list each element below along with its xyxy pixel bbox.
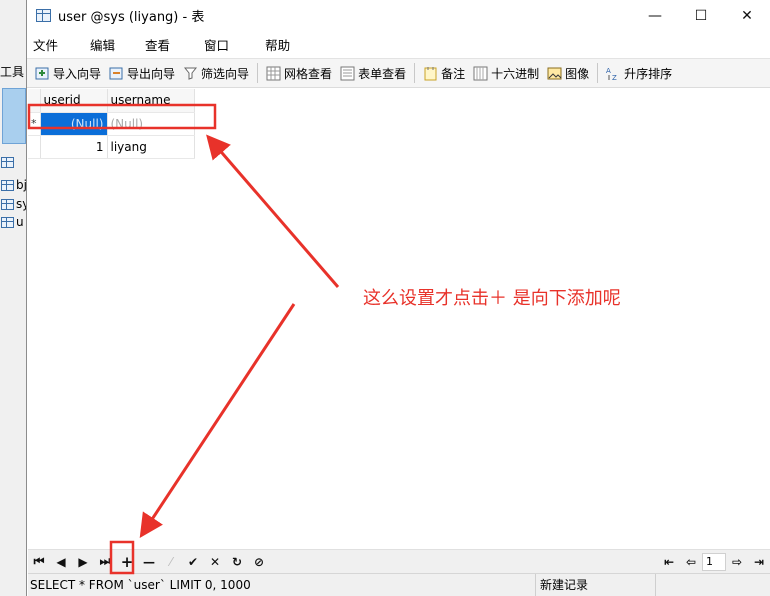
table-row[interactable]: * (Null) (Null) xyxy=(28,112,195,136)
filter-icon xyxy=(183,66,198,81)
image-icon xyxy=(547,66,562,81)
table-icon xyxy=(1,179,14,191)
data-grid: userid username * (Null) (Null) 1 liyang xyxy=(28,89,195,159)
toolbar-separator xyxy=(257,63,259,83)
table-icon xyxy=(1,157,14,168)
next-record-button[interactable]: ▶ xyxy=(72,552,94,572)
new-row-marker: * xyxy=(28,112,41,136)
table-row[interactable]: 1 liyang xyxy=(28,135,195,159)
grid-cell-username[interactable]: (Null) xyxy=(107,112,195,136)
import-wizard-button[interactable]: 导入向导 xyxy=(31,61,105,85)
sort-ascending-button[interactable]: AZ 升序排序 xyxy=(602,61,676,85)
status-sql-text: SELECT * FROM `user` LIMIT 0, 1000 xyxy=(28,574,536,596)
record-navigation-bar: ⏮ ◀ ▶ ⏭ + — ⁄ ✔ ✕ ↻ ⊘ ⇤ ⇦ 1 ⇨ ⇥ xyxy=(28,549,770,573)
annotation-text: 这么设置才点击＋ 是向下添加呢 xyxy=(363,288,621,309)
column-header-username[interactable]: username xyxy=(107,89,195,113)
window-controls: — ☐ ✕ xyxy=(632,0,770,31)
export-icon xyxy=(109,66,124,81)
memo-button[interactable]: 备注 xyxy=(419,61,469,85)
close-button[interactable]: ✕ xyxy=(724,0,770,31)
toolbar-separator xyxy=(597,63,599,83)
grid-view-label: 网格查看 xyxy=(284,66,333,81)
last-record-button[interactable]: ⏭ xyxy=(94,552,116,572)
sort-ascending-icon: AZ xyxy=(606,66,621,81)
stop-button[interactable]: ⊘ xyxy=(248,552,270,572)
form-view-label: 表单查看 xyxy=(358,66,407,81)
toolbar: 导入向导 导出向导 筛选向导 网格查看 表单查看 备注 十六进制 图像 A Z … xyxy=(27,58,770,88)
background-selected-item[interactable] xyxy=(2,88,26,144)
grid-cell-username[interactable]: liyang xyxy=(107,135,195,159)
table-icon xyxy=(1,216,14,228)
grid-view-button[interactable]: 网格查看 xyxy=(262,61,336,85)
table-icon xyxy=(36,9,51,22)
sort-ascending-label: 升序排序 xyxy=(624,66,673,81)
first-record-button[interactable]: ⏮ xyxy=(28,552,50,572)
background-toolbar-label: 工具 xyxy=(0,65,25,79)
memo-label: 备注 xyxy=(441,66,466,81)
edit-record-button[interactable]: ⁄ xyxy=(160,552,182,572)
minimize-button[interactable]: — xyxy=(632,0,678,31)
delete-record-button[interactable]: — xyxy=(138,552,160,572)
grid-cell-userid[interactable]: 1 xyxy=(40,135,108,159)
page-navigation: ⇤ ⇦ 1 ⇨ ⇥ xyxy=(658,551,770,573)
toolbar-separator xyxy=(414,63,416,83)
background-list-item-label: u xyxy=(16,215,24,229)
page-number-input[interactable]: 1 xyxy=(702,552,726,571)
background-list-item[interactable]: u xyxy=(1,215,24,229)
menu-edit[interactable]: 编辑 xyxy=(90,35,127,54)
svg-text:A: A xyxy=(606,67,611,75)
previous-record-button[interactable]: ◀ xyxy=(50,552,72,572)
menu-file[interactable]: 文件 xyxy=(33,35,70,54)
previous-page-button[interactable]: ⇦ xyxy=(680,552,702,572)
hex-button[interactable]: 十六进制 xyxy=(469,61,543,85)
hex-label: 十六进制 xyxy=(491,66,540,81)
background-list-item[interactable]: bj xyxy=(1,178,27,192)
first-page-button[interactable]: ⇤ xyxy=(658,552,680,572)
image-label: 图像 xyxy=(565,66,590,81)
memo-icon xyxy=(423,66,438,81)
export-wizard-label: 导出向导 xyxy=(127,66,176,81)
form-view-button[interactable]: 表单查看 xyxy=(336,61,410,85)
menu-help[interactable]: 帮助 xyxy=(265,35,302,54)
apply-changes-button[interactable]: ✔ xyxy=(182,552,204,572)
import-icon xyxy=(35,66,50,81)
import-wizard-label: 导入向导 xyxy=(53,66,102,81)
grid-cell-userid[interactable]: (Null) xyxy=(40,112,108,136)
menu-view[interactable]: 查看 xyxy=(145,35,182,54)
image-button[interactable]: 图像 xyxy=(543,61,593,85)
form-icon xyxy=(340,66,355,81)
next-page-button[interactable]: ⇨ xyxy=(726,552,748,572)
status-mode-text: 新建记录 xyxy=(536,574,656,596)
hex-icon xyxy=(473,66,488,81)
background-app: 工具 bj sy u xyxy=(0,0,29,596)
row-header-corner xyxy=(28,89,41,113)
discard-changes-button[interactable]: ✕ xyxy=(204,552,226,572)
svg-text:Z: Z xyxy=(612,74,617,81)
window-title: user @sys (liyang) - 表 xyxy=(58,10,205,25)
background-item-icon[interactable] xyxy=(1,157,14,168)
filter-wizard-button[interactable]: 筛选向导 xyxy=(179,61,253,85)
table-icon xyxy=(1,198,14,210)
title-bar[interactable]: user @sys (liyang) - 表 — ☐ ✕ xyxy=(27,0,770,31)
menu-bar: 文件 编辑 查看 窗口 帮助 xyxy=(27,31,770,58)
grid-icon xyxy=(266,66,281,81)
add-record-button[interactable]: + xyxy=(116,552,138,572)
refresh-button[interactable]: ↻ xyxy=(226,552,248,572)
data-grid-area: userid username * (Null) (Null) 1 liyang xyxy=(28,89,770,547)
menu-window[interactable]: 窗口 xyxy=(204,35,241,54)
maximize-button[interactable]: ☐ xyxy=(678,0,724,31)
export-wizard-button[interactable]: 导出向导 xyxy=(105,61,179,85)
column-header-userid[interactable]: userid xyxy=(40,89,108,113)
last-page-button[interactable]: ⇥ xyxy=(748,552,770,572)
grid-header-row: userid username xyxy=(28,89,195,113)
status-bar: SELECT * FROM `user` LIMIT 0, 1000 新建记录 xyxy=(28,573,770,596)
row-header xyxy=(28,135,41,159)
filter-wizard-label: 筛选向导 xyxy=(201,66,250,81)
